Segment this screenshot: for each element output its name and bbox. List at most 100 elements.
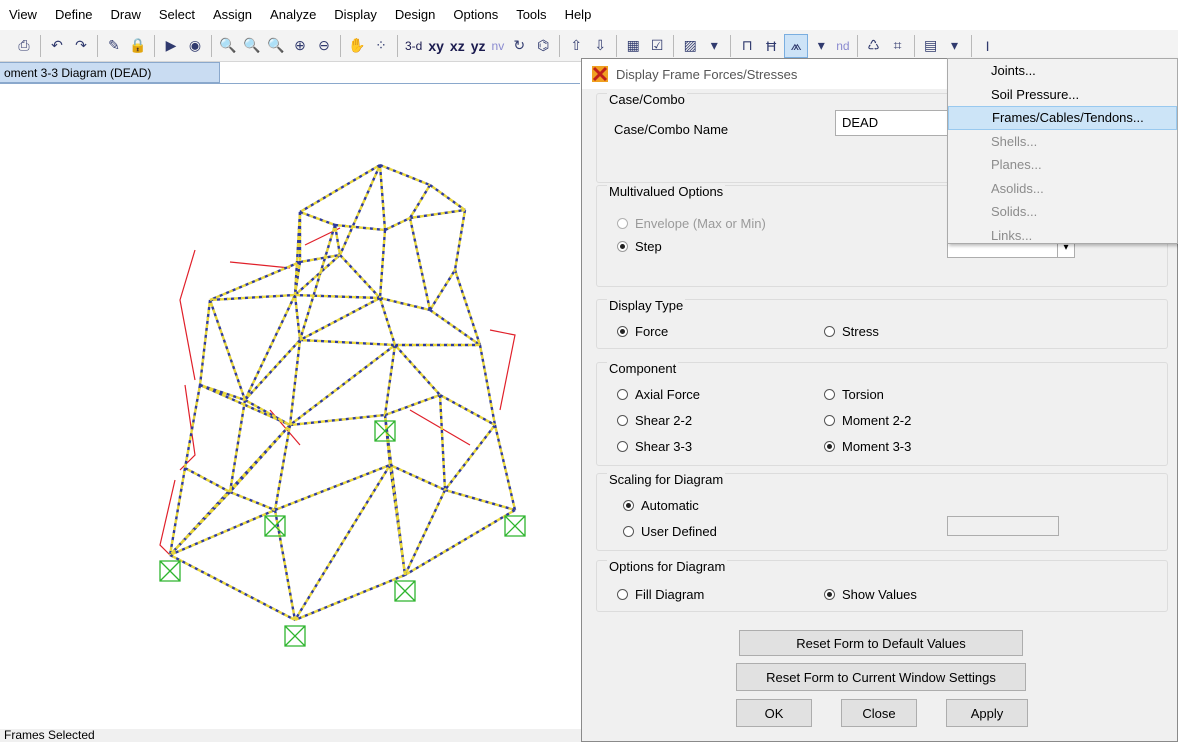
model-view-canvas[interactable]	[0, 84, 580, 729]
zoom-window-icon[interactable]: 🔍	[217, 35, 239, 57]
menu-item-soil-pressure[interactable]: Soil Pressure...	[948, 83, 1177, 107]
menu-bar: View Define Draw Select Assign Analyze D…	[0, 0, 1178, 30]
group-label: Display Type	[607, 298, 686, 313]
menu-view[interactable]: View	[0, 0, 46, 30]
show-values-radio[interactable]: Show Values	[824, 587, 917, 602]
menu-item-frames-cables-tendons[interactable]: Frames/Cables/Tendons...	[948, 106, 1177, 130]
frame-member	[339, 254, 381, 299]
table-icon[interactable]: ▤	[920, 35, 942, 57]
print-icon[interactable]: ⎙	[13, 35, 35, 57]
toolbar-separator	[97, 34, 98, 57]
radio-indicator	[623, 500, 634, 511]
frame-forces-icon[interactable]: Ħ	[760, 35, 782, 57]
frame-icon[interactable]: ⊓	[736, 35, 758, 57]
reset-current-button[interactable]: Reset Form to Current Window Settings	[736, 663, 1026, 691]
chart-icon[interactable]: ⌗	[887, 35, 909, 57]
automatic-radio[interactable]: Automatic	[623, 498, 699, 513]
radio-indicator	[617, 326, 628, 337]
moment-2-2-radio[interactable]: Moment 2-2	[824, 413, 911, 428]
zoom-restore-icon[interactable]: 🔍	[265, 35, 287, 57]
menu-item-planes[interactable]: Planes...	[948, 153, 1177, 177]
view-nv-button[interactable]: nv	[489, 39, 508, 53]
axial-force-label: Axial Force	[635, 387, 701, 402]
undo-icon[interactable]: ↶	[46, 35, 68, 57]
ok-button[interactable]: OK	[736, 699, 812, 727]
frame-member	[453, 209, 467, 271]
envelope-radio[interactable]: Envelope (Max or Min)	[617, 216, 766, 231]
status-bar: Frames Selected	[0, 729, 584, 742]
apply-button[interactable]: Apply	[946, 699, 1028, 727]
deformed-shape-icon[interactable]: ▨	[679, 35, 701, 57]
stress-radio[interactable]: Stress	[824, 324, 879, 339]
menu-tools[interactable]: Tools	[507, 0, 555, 30]
menu-item-links[interactable]: Links...	[948, 224, 1177, 248]
user-defined-radio[interactable]: User Defined	[623, 524, 717, 539]
toolbar-separator	[970, 34, 972, 57]
menu-help[interactable]: Help	[556, 0, 601, 30]
sap-logo-icon	[592, 66, 608, 82]
rotate-icon[interactable]: ↻	[508, 35, 530, 57]
menu-display[interactable]: Display	[325, 0, 386, 30]
move-down-icon[interactable]: ⇩	[589, 35, 611, 57]
view-yz-button[interactable]: yz	[468, 38, 489, 54]
scale-factor-input[interactable]	[947, 516, 1059, 536]
pointer-icon[interactable]: ⁘	[370, 35, 392, 57]
zoom-out-icon[interactable]: ⊖	[313, 35, 335, 57]
menu-item-solids[interactable]: Solids...	[948, 200, 1177, 224]
radio-indicator	[617, 415, 628, 426]
shear-2-2-label: Shear 2-2	[635, 413, 693, 428]
radio-indicator	[824, 389, 835, 400]
redo-icon[interactable]: ↷	[70, 35, 92, 57]
zoom-in-icon[interactable]: ⊕	[289, 35, 311, 57]
automatic-label: Automatic	[641, 498, 699, 513]
reset-default-button[interactable]: Reset Form to Default Values	[739, 630, 1023, 656]
pan-icon[interactable]: ✋	[346, 35, 368, 57]
torsion-radio[interactable]: Torsion	[824, 387, 884, 402]
perspective-icon[interactable]: ⌬	[532, 35, 554, 57]
menu-item-asolids[interactable]: Asolids...	[948, 177, 1177, 201]
view-3d-button[interactable]: 3-d	[402, 39, 425, 53]
menu-options[interactable]: Options	[444, 0, 507, 30]
close-button[interactable]: Close	[841, 699, 917, 727]
moment-3-3-radio[interactable]: Moment 3-3	[824, 439, 911, 454]
chevron-down-icon[interactable]: ▾	[944, 35, 966, 57]
axial-force-radio[interactable]: Axial Force	[617, 387, 700, 402]
moment-3-3-label: Moment 3-3	[842, 439, 912, 454]
force-radio[interactable]: Force	[617, 324, 668, 339]
nd-button[interactable]: nd	[833, 39, 852, 53]
menu-analyze[interactable]: Analyze	[261, 0, 325, 30]
run-icon[interactable]: ▶	[160, 35, 182, 57]
menu-item-shells[interactable]: Shells...	[948, 130, 1177, 154]
case-combo-select[interactable]: DEAD	[835, 110, 965, 136]
menu-assign[interactable]: Assign	[204, 0, 261, 30]
frame-member	[453, 269, 482, 346]
frame-member	[299, 210, 336, 227]
menu-select[interactable]: Select	[150, 0, 204, 30]
joint-reactions-icon[interactable]: ♺	[863, 35, 885, 57]
pencil-icon[interactable]: ✎	[103, 35, 125, 57]
shear-3-3-radio[interactable]: Shear 3-3	[617, 439, 692, 454]
view-xz-button[interactable]: xz	[447, 38, 468, 54]
menu-design[interactable]: Design	[386, 0, 444, 30]
shear-2-2-radio[interactable]: Shear 2-2	[617, 413, 692, 428]
step-radio[interactable]: Step	[617, 239, 662, 254]
fill-diagram-radio[interactable]: Fill Diagram	[617, 587, 704, 602]
zoom-previous-icon[interactable]: 🔍	[241, 35, 263, 57]
run-analysis-icon[interactable]: ◉	[184, 35, 206, 57]
group-label: Scaling for Diagram	[607, 472, 726, 487]
view-xy-button[interactable]: xy	[425, 38, 447, 54]
menu-define[interactable]: Define	[46, 0, 102, 30]
chevron-down-icon[interactable]: ▾	[810, 35, 832, 57]
show-checkbox-icon[interactable]: ☑	[646, 35, 668, 57]
object-display-icon[interactable]: ▦	[622, 35, 644, 57]
text-icon[interactable]: I	[977, 35, 999, 57]
radio-indicator	[824, 326, 835, 337]
menu-item-joints[interactable]: Joints...	[948, 59, 1177, 83]
move-up-icon[interactable]: ⇧	[565, 35, 587, 57]
window-tab-title[interactable]: oment 3-3 Diagram (DEAD)	[0, 62, 220, 83]
menu-draw[interactable]: Draw	[102, 0, 150, 30]
support-symbol	[284, 625, 306, 647]
lock-icon[interactable]: 🔒	[127, 35, 149, 57]
frame-diagram-icon[interactable]: ⩕	[784, 33, 809, 58]
chevron-down-icon[interactable]: ▾	[703, 35, 725, 57]
